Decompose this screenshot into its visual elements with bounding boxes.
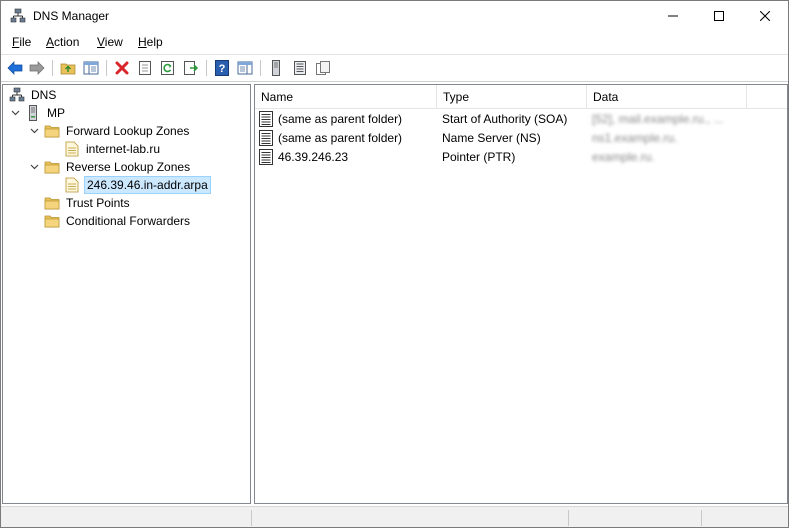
dns-app-icon [10,8,26,24]
list-icon[interactable] [291,59,309,77]
up-folder-icon[interactable] [59,59,77,77]
column-header-type[interactable]: Type [437,85,587,109]
record-icon [259,130,273,149]
status-bar [1,506,788,527]
toolbar-separator [260,60,261,76]
properties-icon[interactable] [136,59,154,77]
menu-help-label: elp [146,35,163,49]
results-list[interactable]: Name Type Data (same as parent folder) S… [254,84,788,504]
folder-icon [44,195,60,211]
tree-node-conditional-forwarders[interactable]: Conditional Forwarders [44,212,192,230]
toolbar: ? [1,54,788,82]
tree-label-forward-lookup-zones: Forward Lookup Zones [66,124,190,138]
maximize-button[interactable] [696,1,742,31]
show-hide-tree-icon[interactable] [82,59,100,77]
toolbar-separator [106,60,107,76]
show-hide-action-pane-icon[interactable] [236,59,254,77]
record-data: [52], mail.example.ru., ... [592,112,724,126]
list-item[interactable]: (same as parent folder) Start of Authori… [255,110,787,129]
chevron-down-icon[interactable] [9,107,21,119]
record-icon [259,111,273,130]
tree-label-reverse-lookup-zones: Reverse Lookup Zones [66,160,191,174]
zone-icon [64,141,80,157]
toolbar-separator [206,60,207,76]
list-header: Name Type Data [255,85,787,109]
export-list-icon[interactable] [182,59,200,77]
record-type: Start of Authority (SOA) [442,112,568,126]
menu-bar: File Action View Help [1,32,788,53]
chevron-down-icon[interactable] [28,161,40,173]
record-name: (same as parent folder) [278,131,403,145]
tree-label-conditional-forwarders: Conditional Forwarders [66,214,191,228]
column-header-data[interactable]: Data [587,85,747,109]
status-bar-divider [568,510,569,526]
tree-node-server[interactable]: MP [9,104,67,122]
zone-icon [64,177,80,193]
record-type: Name Server (NS) [442,131,541,145]
folder-icon [44,159,60,175]
tree-label-forward-zone: internet-lab.ru [86,142,161,156]
tree-label-server: MP [47,106,65,120]
folder-icon [44,213,60,229]
menu-action-label: ction [54,35,80,49]
minimize-button[interactable] [650,1,696,31]
tree-label-reverse-zone: 246.39.46.in-addr.arpa [84,176,211,194]
menu-file[interactable]: File [12,35,31,49]
menu-help[interactable]: Help [138,35,163,49]
back-arrow-icon[interactable] [6,59,24,77]
title-bar: DNS Manager [1,1,788,31]
menu-file-label: ile [19,35,32,49]
tree-node-reverse-zone[interactable]: 246.39.46.in-addr.arpa [64,176,211,194]
menu-action[interactable]: Action [46,35,79,49]
server-icon[interactable] [267,59,285,77]
menu-view-accel: V [97,35,105,49]
tree-node-forward-lookup-zones[interactable]: Forward Lookup Zones [28,122,191,140]
status-bar-divider [251,510,252,526]
record-icon [259,149,273,168]
dns-icon [9,87,25,103]
svg-text:?: ? [219,63,226,75]
forward-arrow-icon[interactable] [28,59,46,77]
list-item[interactable]: 46.39.246.23 Pointer (PTR) example.ru. [255,148,787,167]
tree-label-trust-points: Trust Points [66,196,130,210]
delete-icon[interactable] [113,59,131,77]
server-icon [25,105,41,121]
chevron-down-icon[interactable] [28,125,40,137]
close-button[interactable] [742,1,788,31]
help-icon[interactable]: ? [213,59,231,77]
record-name: (same as parent folder) [278,112,403,126]
tree-label-dns: DNS [31,88,57,102]
tree-node-reverse-lookup-zones[interactable]: Reverse Lookup Zones [28,158,192,176]
tree-node-forward-zone[interactable]: internet-lab.ru [64,140,162,158]
copy-icon[interactable] [314,59,332,77]
column-header-name[interactable]: Name [255,85,437,109]
menu-view[interactable]: View [97,35,123,49]
menu-view-label: iew [104,35,123,49]
list-item[interactable]: (same as parent folder) Name Server (NS)… [255,129,787,148]
record-type: Pointer (PTR) [442,150,516,164]
dns-manager-window: DNS Manager File Action View Help ? DNS … [0,0,789,528]
record-data: ns1.example.ru. [592,131,678,145]
console-tree[interactable]: DNS MP Forward Lookup Zones internet-lab… [2,84,251,504]
refresh-icon[interactable] [159,59,177,77]
window-title: DNS Manager [33,9,110,23]
record-name: 46.39.246.23 [278,150,349,164]
tree-node-trust-points[interactable]: Trust Points [44,194,132,212]
toolbar-separator [52,60,53,76]
menu-action-accel: A [46,35,55,49]
folder-icon [44,123,60,139]
tree-node-dns[interactable]: DNS [9,86,58,104]
menu-help-accel: H [138,35,147,49]
record-data: example.ru. [592,150,655,164]
status-bar-divider [701,510,702,526]
